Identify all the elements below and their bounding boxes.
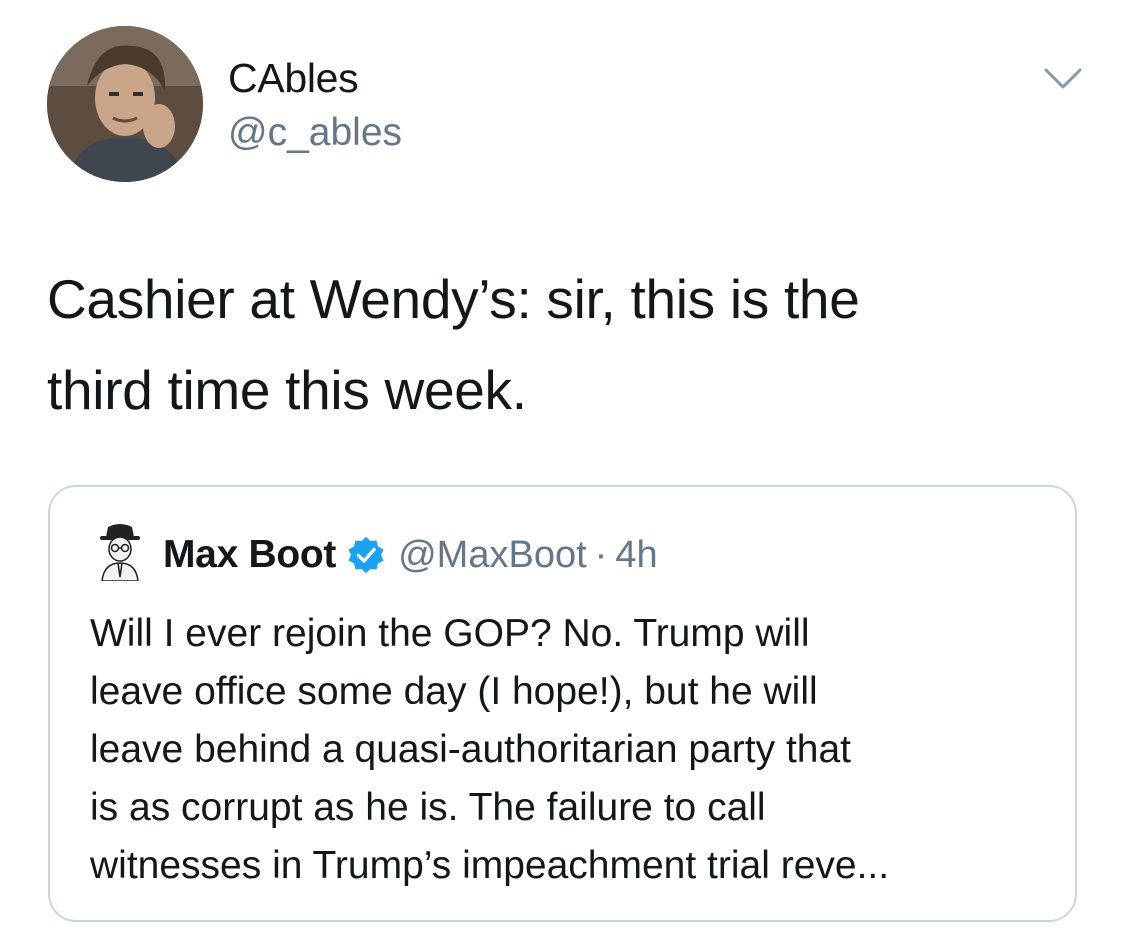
quoted-tweet-text: Will I ever rejoin the GOP? No. Trump wi… [90,605,1050,895]
profile-photo-image [47,26,203,182]
verified-badge-icon [346,535,386,575]
chevron-down-icon[interactable] [1043,66,1083,92]
quoted-author-display-name[interactable]: Max Boot [163,533,336,577]
quoted-author-handle[interactable]: @MaxBoot [398,534,587,577]
tweet-text: Cashier at Wendy’s: sir, this is the thi… [47,254,1087,436]
tweet-text-line: Cashier at Wendy’s: sir, this is the [47,268,860,330]
quoted-text-line: leave behind a quasi-authoritarian party… [90,728,851,771]
author-avatar[interactable] [47,26,203,182]
quoted-text-line: Will I ever rejoin the GOP? No. Trump wi… [90,612,810,655]
quoted-text-line: leave office some day (I hope!), but he … [90,670,818,713]
quoted-author-avatar[interactable] [94,521,146,582]
quoted-tweet-header: Max Boot @MaxBoot · 4h [163,533,658,577]
quoted-text-line: is as corrupt as he is. The failure to c… [90,786,766,829]
author-handle[interactable]: @c_ables [228,111,402,155]
author-display-name[interactable]: CAbles [228,55,359,102]
tweet: CAbles @c_ables Cashier at Wendy’s: sir,… [0,0,1125,947]
quoted-tweet-card[interactable]: Max Boot @MaxBoot · 4h Will I ever rejoi… [48,485,1077,922]
tweet-text-line: third time this week. [47,359,527,421]
meta-separator: · [594,533,608,576]
quoted-tweet-timestamp[interactable]: 4h [615,534,657,577]
quoted-text-line: witnesses in Trump’s impeachment trial r… [90,844,890,887]
